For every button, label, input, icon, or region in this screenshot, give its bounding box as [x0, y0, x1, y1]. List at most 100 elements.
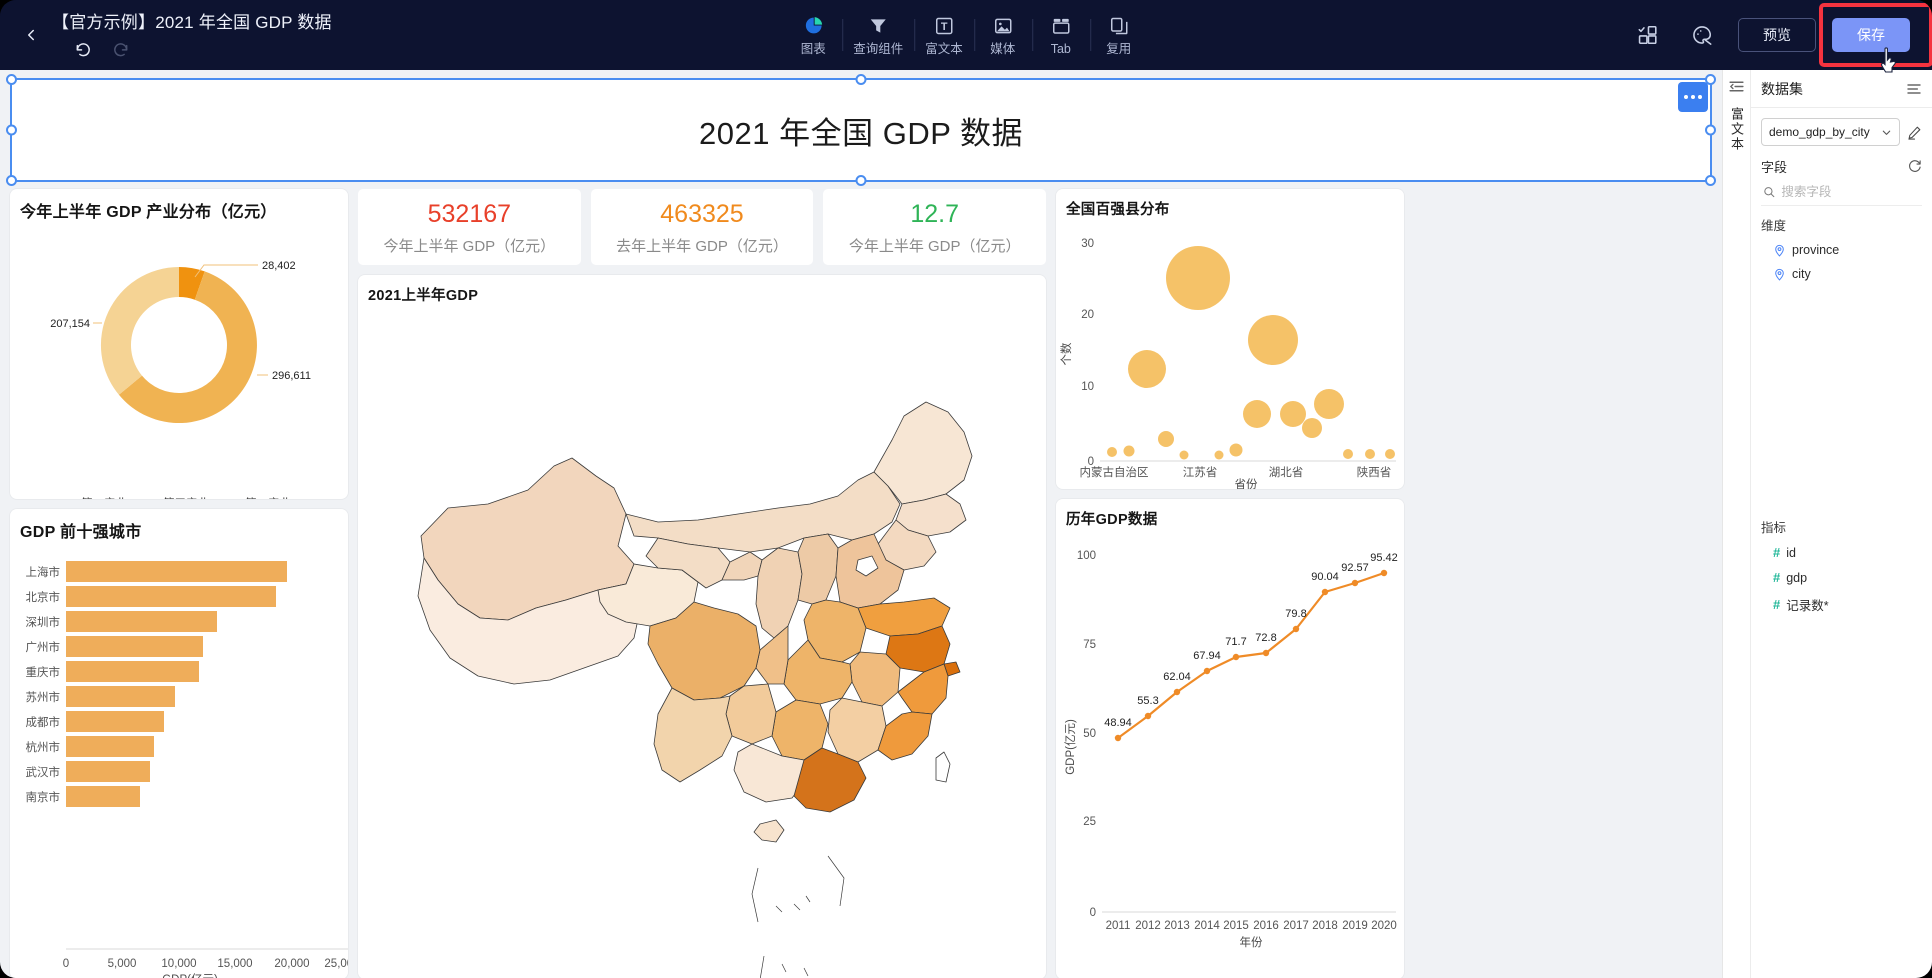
bubble-point: [1166, 246, 1230, 310]
bar-cat-label: 苏州市: [26, 690, 61, 704]
refresh-fields-button[interactable]: [1907, 159, 1922, 174]
chart-card-yearly-gdp[interactable]: 历年GDP数据 100 75 50 25 0 GDP(亿元) 48.94 55.…: [1056, 499, 1404, 978]
metric-field-id[interactable]: # id: [1761, 540, 1922, 565]
bar-xtick: 10,000: [161, 958, 196, 970]
bubble-point: [1123, 445, 1135, 457]
map-south-sea-islands: [751, 855, 845, 978]
dimension-field-label: city: [1792, 267, 1811, 281]
svg-text:90.04: 90.04: [1311, 571, 1339, 583]
theme-palette-button[interactable]: [1680, 13, 1724, 57]
bar-cat-label: 杭州市: [26, 740, 61, 754]
bar-xtick: 5,000: [108, 958, 137, 970]
tool-tab[interactable]: Tab: [1031, 7, 1090, 63]
bar-cat-label: 广州市: [26, 640, 61, 654]
scatter-xtick: 江苏省: [1183, 466, 1218, 479]
resize-handle-top-right[interactable]: [1705, 74, 1716, 85]
kpi-card-growth[interactable]: 12.7 今年上半年 GDP（亿元）: [823, 189, 1047, 265]
donut-slice-secondary: [100, 266, 179, 395]
line-ytick: 100: [1077, 550, 1096, 562]
bubble-point: [1280, 401, 1306, 427]
metric-field-record-count[interactable]: # 记录数*: [1761, 590, 1922, 619]
line-data-labels: 48.94 55.3 62.04 67.94 71.7 72.8 79.8 90…: [1104, 552, 1398, 729]
bubble-point: [1128, 350, 1166, 388]
bar-shanghai: [66, 561, 287, 582]
resize-handle-bottom-center[interactable]: [855, 175, 867, 186]
bubble-point: [1248, 315, 1298, 365]
bubble-point: [1158, 431, 1174, 447]
donut-value-tertiary: 296,611: [272, 370, 311, 382]
bar-nanjing: [66, 786, 140, 807]
metric-field-gdp[interactable]: # gdp: [1761, 565, 1922, 590]
dataset-row: demo_gdp_by_city: [1761, 118, 1922, 146]
svg-text:2011: 2011: [1106, 920, 1131, 932]
dataset-edit-button[interactable]: [1907, 125, 1922, 140]
back-button[interactable]: [14, 7, 48, 63]
dataset-select[interactable]: demo_gdp_by_city: [1761, 118, 1900, 146]
line-axis-label-x: 年份: [1240, 935, 1263, 949]
vertical-tab-rich-text[interactable]: 富文本: [1727, 107, 1746, 152]
right-panel-menu-button[interactable]: [1906, 81, 1922, 97]
bar-xtick: 25,000: [324, 958, 348, 970]
metric-field-label: gdp: [1786, 570, 1808, 585]
undo-button[interactable]: [74, 39, 94, 59]
collapse-panel-button[interactable]: [1728, 78, 1745, 95]
resize-handle-bottom-left[interactable]: [6, 175, 17, 186]
legend-item-primary[interactable]: 第一产业: [67, 495, 127, 499]
resize-handle-middle-left[interactable]: [6, 124, 17, 136]
scatter-ytick: 10: [1081, 381, 1094, 393]
save-button[interactable]: 保存: [1832, 18, 1910, 52]
legend-item-secondary[interactable]: 第二产业: [231, 495, 291, 499]
kpi-card-last-year[interactable]: 463325 去年上半年 GDP（亿元）: [590, 189, 814, 265]
fields-label: 字段: [1761, 160, 1788, 175]
header-text-block[interactable]: 2021 年全国 GDP 数据: [6, 74, 1716, 186]
resize-handle-bottom-right[interactable]: [1705, 175, 1716, 186]
pie-chart-icon: [803, 15, 824, 37]
svg-text:2013: 2013: [1164, 920, 1190, 932]
dimension-field-province[interactable]: province: [1761, 238, 1922, 262]
svg-text:95.42: 95.42: [1370, 552, 1398, 564]
right-panel: 富文本 数据集 demo_gdp_by_city 字段 搜索字段 维度 prov…: [1722, 70, 1932, 978]
resize-handle-middle-right[interactable]: [1705, 124, 1716, 136]
tool-query-widget[interactable]: 查询组件: [842, 7, 914, 63]
bar-hangzhou: [66, 736, 154, 757]
search-icon: [1764, 187, 1775, 198]
location-pin-icon: [1773, 268, 1786, 281]
dimensions-group-label: 维度: [1761, 219, 1787, 233]
map-region-anhui: [849, 651, 901, 707]
bar-axis-label-x: GDP(亿元): [162, 973, 218, 978]
redo-button[interactable]: [110, 39, 130, 59]
chart-card-top10-cities[interactable]: GDP 前十强城市 上海市 北京市 深圳市 广州市 重庆市 苏州市 成都市 杭州…: [10, 509, 348, 978]
right-panel-main: 数据集 demo_gdp_by_city 字段 搜索字段 维度 province…: [1751, 70, 1932, 978]
svg-text:2017: 2017: [1283, 920, 1309, 932]
more-dots-icon: [1691, 95, 1695, 99]
chart-card-top100-counties[interactable]: 全国百强县分布 30 20 10 0 个数 内蒙古自治区 江苏省 湖北省 陕西省…: [1056, 189, 1404, 489]
legend-item-tertiary[interactable]: 第三产业: [149, 495, 209, 499]
scatter-ytick: 30: [1081, 238, 1094, 250]
tool-media[interactable]: 媒体: [973, 7, 1032, 63]
bubble-point: [1302, 418, 1322, 438]
preview-button[interactable]: 预览: [1738, 18, 1816, 52]
kpi-label-last-year: 去年上半年 GDP（亿元）: [616, 237, 788, 255]
resize-handle-top-center[interactable]: [855, 74, 867, 85]
kpi-card-this-year[interactable]: 532167 今年上半年 GDP（亿元）: [358, 189, 581, 265]
chart-card-industry-donut[interactable]: 今年上半年 GDP 产业分布（亿元） 28,402 207,154 296,61…: [10, 189, 348, 499]
search-input[interactable]: [1781, 185, 1920, 199]
dimension-field-city[interactable]: city: [1761, 262, 1922, 286]
bubble-point: [1243, 400, 1271, 428]
industry-donut-title: 今年上半年 GDP 产业分布（亿元）: [20, 204, 277, 221]
tool-chart[interactable]: 图表: [784, 7, 842, 63]
field-search-row[interactable]: [1761, 180, 1922, 206]
layout-grid-button[interactable]: [1626, 13, 1670, 57]
map-region-guizhou: [725, 683, 777, 745]
resize-handle-top-left[interactable]: [6, 74, 17, 85]
tab-icon: [1051, 15, 1071, 37]
chart-card-china-map[interactable]: 2021上半年GDP: [358, 275, 1046, 978]
block-more-menu[interactable]: [1678, 82, 1708, 112]
tool-reuse[interactable]: 复用: [1089, 7, 1148, 63]
chevron-down-icon: [1882, 130, 1891, 135]
tool-rich-text[interactable]: T 富文本: [914, 7, 974, 63]
bubble-point: [1107, 447, 1117, 457]
fields-row: 字段: [1761, 157, 1922, 176]
right-panel-header: 数据集: [1751, 70, 1932, 108]
dashboard-canvas[interactable]: 2021 年全国 GDP 数据 今年上半年 GDP 产业分布（亿元） 28,40…: [0, 70, 1722, 978]
